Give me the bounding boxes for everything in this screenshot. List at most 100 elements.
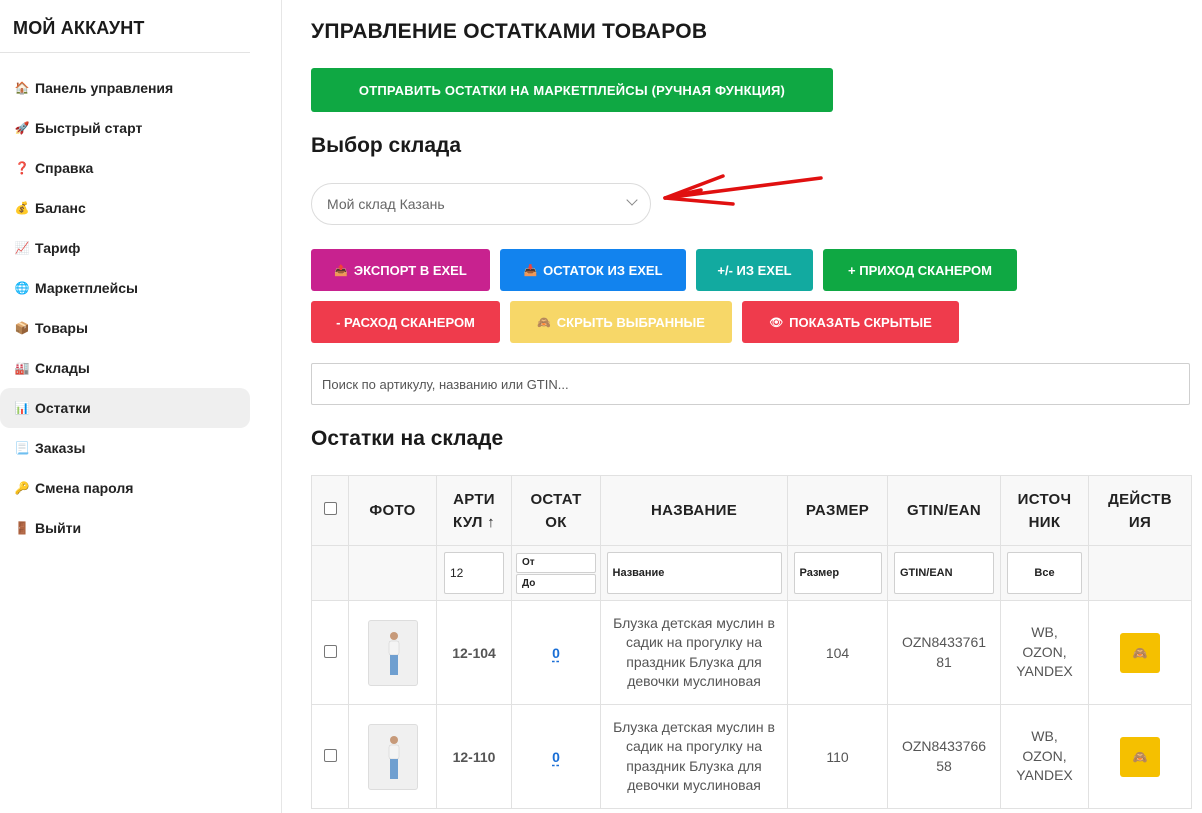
sidebar-title: МОЙ АККАУНТ [13,18,145,38]
header-line: ДЕЙСТВ [1108,490,1172,508]
sidebar-item-label: Склады [35,360,90,376]
sidebar-item-dashboard[interactable]: 🏠 Панель управления [0,68,250,108]
source-line: OZON, [1022,643,1067,660]
sidebar: МОЙ АККАУНТ 🏠 Панель управления 🚀 Быстрый … [0,0,282,813]
gtin-cell: OZN8433761 81 [887,600,1001,705]
product-photo-figure [388,631,399,675]
column-header-article[interactable]: АРТИ КУЛ ↑ [436,475,512,546]
annotation-arrow-icon [663,174,823,206]
button-label: ЭКСПОРТ В EXEL [353,262,467,278]
sidebar-item-stock[interactable]: 📊 Остатки [0,388,250,428]
select-all-checkbox[interactable] [323,502,337,515]
sidebar-item-label: Товары [35,320,88,336]
stock-value-link[interactable]: 0 [552,645,560,661]
row-checkbox[interactable] [323,748,337,762]
sidebar-item-marketplaces[interactable]: 🌐 Маркетплейсы [0,268,250,308]
sidebar-item-warehouses[interactable]: 🏭 Склады [0,348,250,388]
inbox-icon: 📥 [523,264,538,277]
sidebar-item-quick-start[interactable]: 🚀 Быстрый старт [0,108,250,148]
outbox-icon: 📤 [334,264,348,277]
door-icon: 🚪 [14,521,30,535]
show-hidden-button[interactable]: 👁 ПОКАЗАТЬ СКРЫТЫЕ [742,301,959,343]
column-header-stock[interactable]: ОСТАТ ОК [511,475,601,546]
globe-icon: 🌐 [14,281,30,295]
source-line: YANDEX [1016,663,1073,680]
outcome-scanner-button[interactable]: - РАСХОД СКАНЕРОМ [311,301,500,343]
sidebar-item-label: Маркетплейсы [35,280,138,296]
sidebar-item-products[interactable]: 📦 Товары [0,308,250,348]
plus-minus-excel-button[interactable]: +/- ИЗ EXEL [696,249,813,291]
box-icon: 📦 [14,321,30,335]
factory-icon: 🏭 [14,361,30,375]
column-header-name[interactable]: НАЗВАНИЕ [600,475,788,546]
question-icon: ❓ [14,161,30,175]
filter-cell: Все [1000,545,1089,601]
stock-to-input[interactable]: До [516,573,596,594]
sidebar-item-logout[interactable]: 🚪 Выйти [0,508,250,548]
article-filter-input[interactable]: 12 [444,552,504,594]
income-scanner-button[interactable]: + ПРИХОД СКАНЕРОМ [823,249,1017,291]
stock-table: ФОТО АРТИ КУЛ ↑ ОСТАТ ОК НАЗВАНИЕ РАЗМЕР G… [311,475,1192,809]
sidebar-item-label: Баланс [35,200,86,216]
row-select-cell [311,600,349,705]
source-filter-select[interactable]: Все [1007,552,1082,594]
warehouse-select[interactable]: Мой склад Казань [311,183,651,225]
header-line: ИЯ [1128,513,1152,531]
sidebar-divider [0,52,250,53]
filter-cell: Название [600,545,788,601]
column-header-actions: ДЕЙСТВ ИЯ [1088,475,1192,546]
filter-cell [1088,545,1192,601]
actions-cell: 🙈 [1088,600,1192,705]
filter-cell [348,545,437,601]
home-icon: 🏠 [14,81,30,95]
select-all-cell [311,475,349,546]
size-cell: 104 [787,600,888,705]
sidebar-item-tariff[interactable]: 📈 Тариф [0,228,250,268]
search-input[interactable] [311,363,1190,405]
money-bag-icon: 💰 [14,201,30,215]
button-label: ОСТАТОК ИЗ EXEL [543,262,663,278]
filter-row: 12 От До Название Размер GTIN/EAN Все [311,545,1192,601]
sidebar-item-label: Справка [35,160,94,176]
product-thumbnail[interactable] [367,619,418,686]
gtin-cell: OZN8433766 58 [887,704,1001,809]
sidebar-item-label: Заказы [35,440,86,456]
warehouse-heading: Выбор склада [311,134,462,157]
sidebar-item-label: Выйти [35,520,82,536]
column-header-source[interactable]: ИСТОЧ НИК [1000,475,1089,546]
page-icon: 📃 [14,441,30,455]
sidebar-item-help[interactable]: ❓ Справка [0,148,250,188]
import-excel-button[interactable]: 📥 ОСТАТОК ИЗ EXEL [500,249,686,291]
sidebar-item-label: Остатки [35,400,91,416]
sidebar-item-change-password[interactable]: 🔑 Смена пароля [0,468,250,508]
export-excel-button[interactable]: 📤 ЭКСПОРТ В EXEL [311,249,490,291]
button-label: СКРЫТЬ ВЫБРАННЫЕ [556,314,705,330]
filter-cell: GTIN/EAN [887,545,1001,601]
stock-from-input[interactable]: От [516,552,596,573]
key-icon: 🔑 [14,481,30,495]
name-filter-input[interactable]: Название [606,552,782,594]
monkey-see-no-evil-icon: 🙈 [537,316,551,329]
sidebar-item-orders[interactable]: 📃 Заказы [0,428,250,468]
stock-value-link[interactable]: 0 [552,749,560,765]
chevron-down-icon [626,194,638,206]
hide-row-button[interactable]: 🙈 [1120,736,1160,777]
button-label: ПОКАЗАТЬ СКРЫТЫЕ [789,314,932,330]
gtin-filter-input[interactable]: GTIN/EAN [894,552,994,594]
hide-row-button[interactable]: 🙈 [1120,632,1160,673]
column-header-gtin[interactable]: GTIN/EAN [887,475,1001,546]
product-thumbnail[interactable] [367,723,418,790]
row-select-cell [311,704,349,809]
filter-cell: 12 [436,545,512,601]
send-stock-button[interactable]: ОТПРАВИТЬ ОСТАТКИ НА МАРКЕТПЛЕЙСЫ (РУЧНА… [311,68,833,112]
product-photo-figure [388,735,399,779]
row-checkbox[interactable] [323,644,337,658]
hide-selected-button[interactable]: 🙈 СКРЫТЬ ВЫБРАННЫЕ [510,301,732,343]
column-header-size[interactable]: РАЗМЕР [787,475,888,546]
sidebar-item-balance[interactable]: 💰 Баланс [0,188,250,228]
sidebar-item-label: Быстрый старт [35,120,143,136]
stock-cell: 0 [511,704,601,809]
column-header-photo: ФОТО [348,475,437,546]
size-filter-input[interactable]: Размер [793,552,882,594]
warehouse-select-value: Мой склад Казань [327,196,445,212]
